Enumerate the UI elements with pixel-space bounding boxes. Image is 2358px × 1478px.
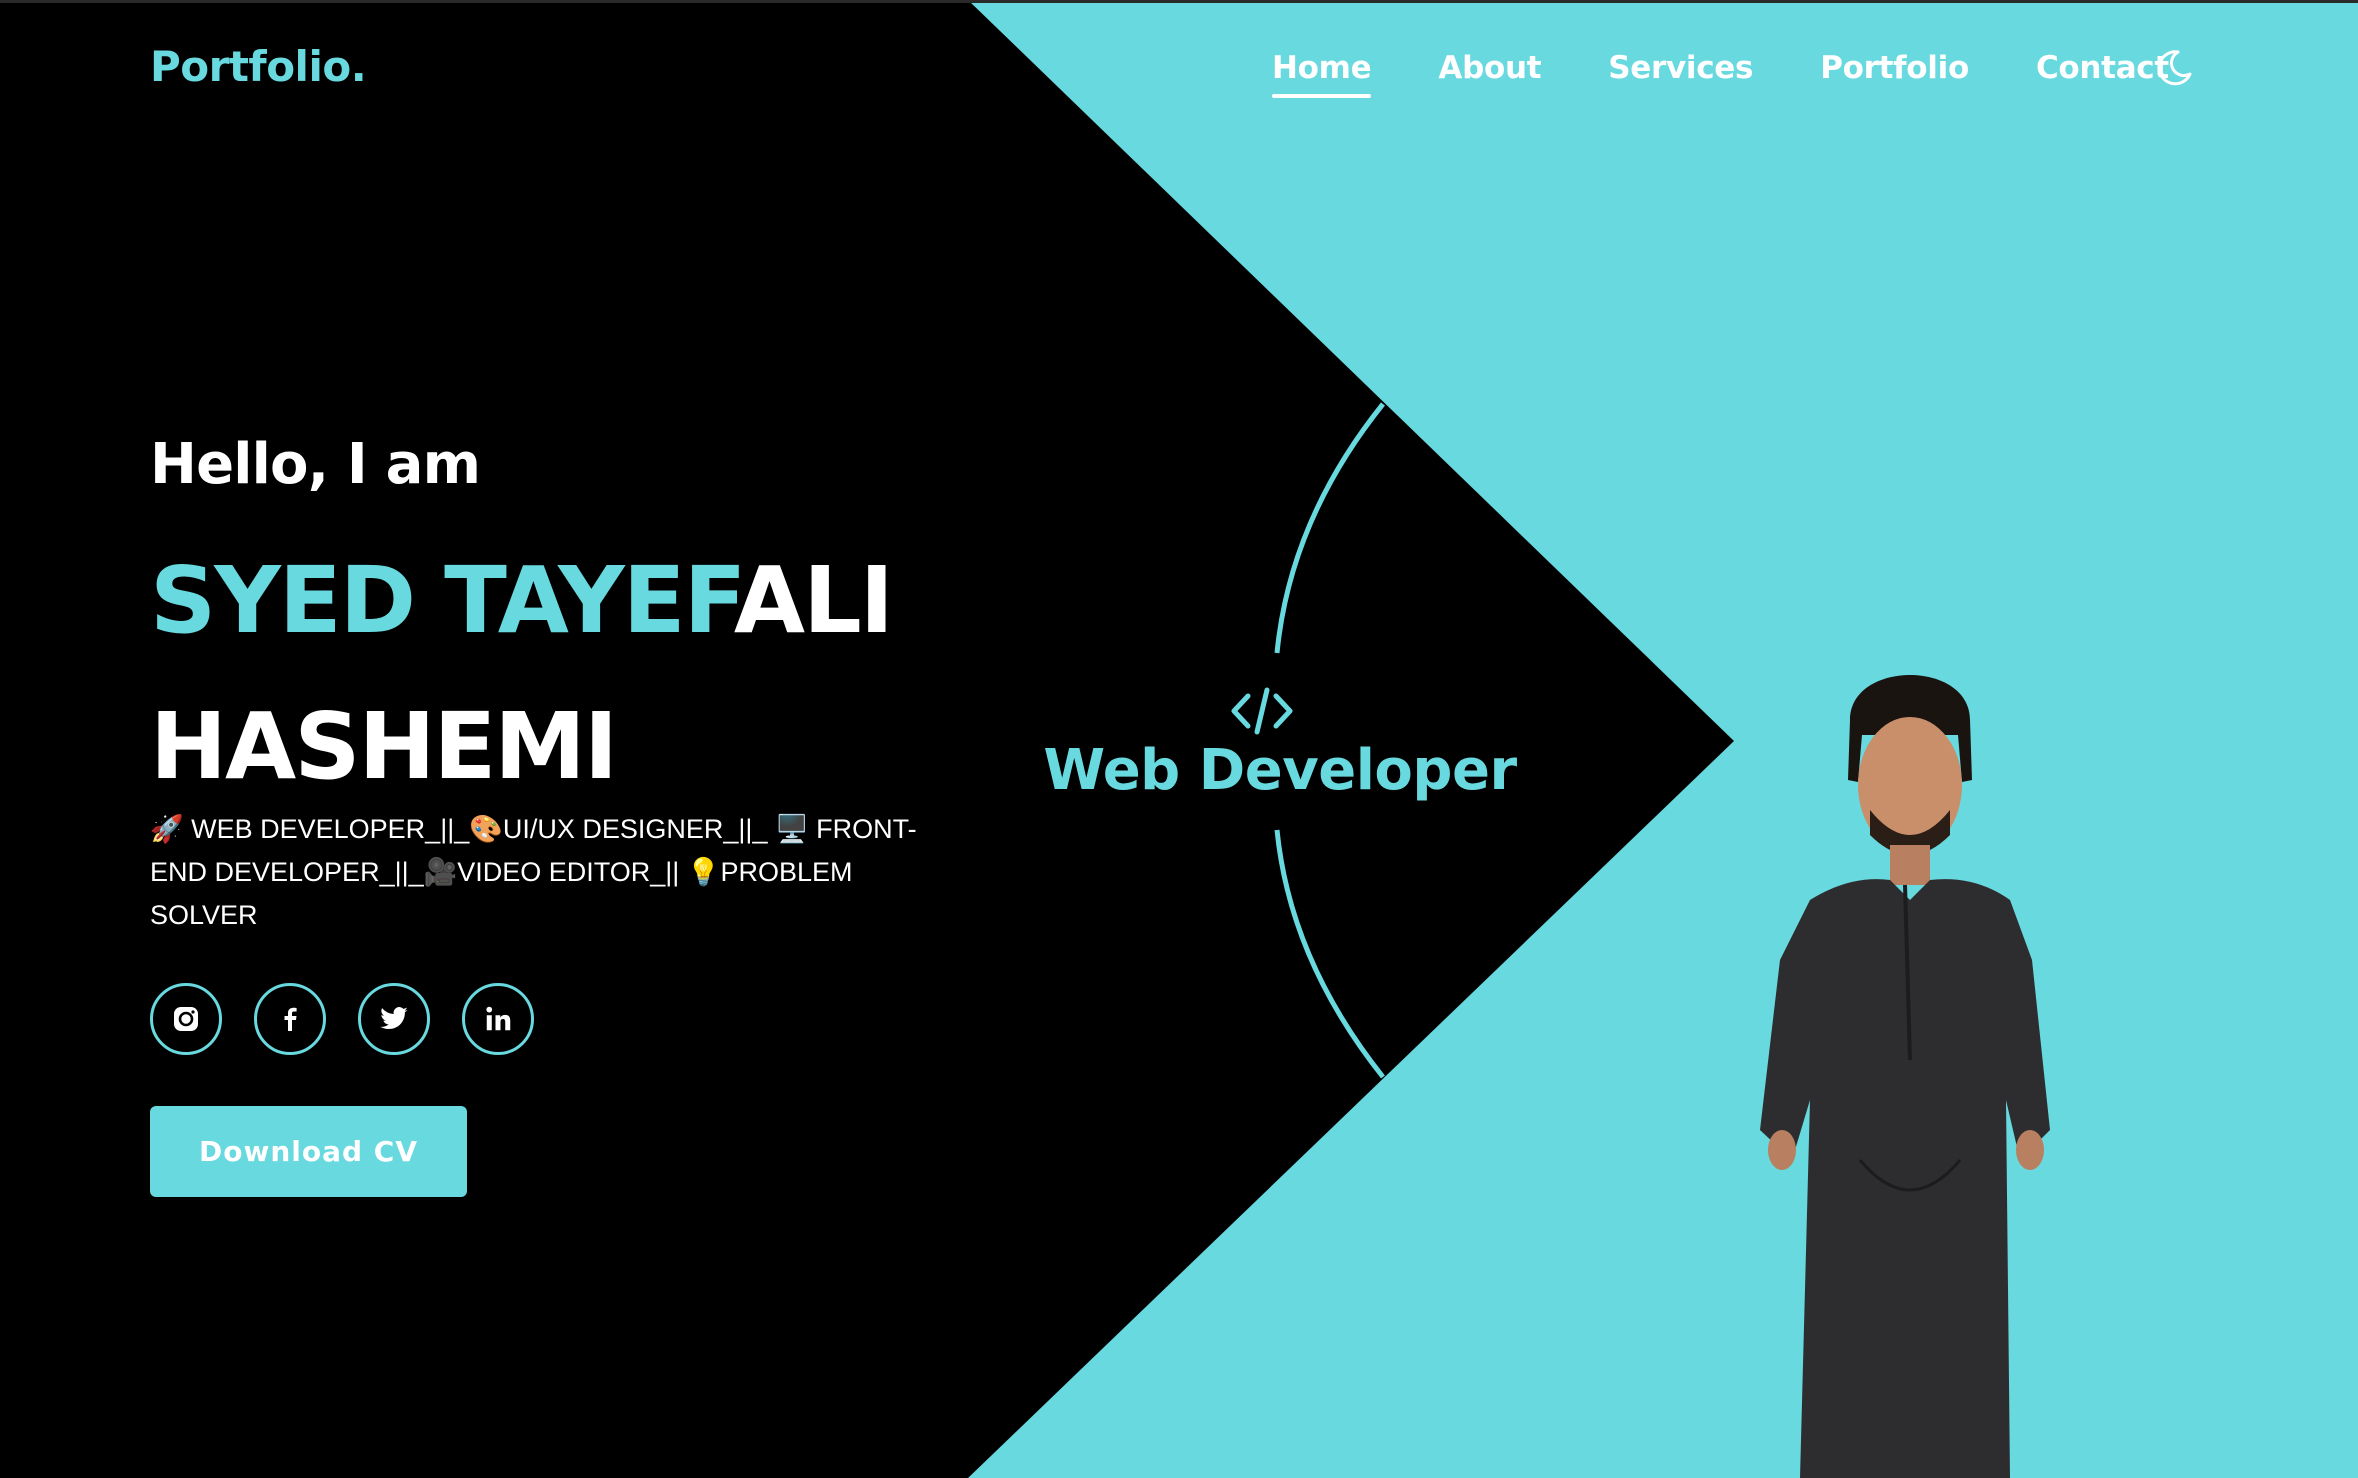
twitter-icon	[380, 1007, 408, 1030]
facebook-button[interactable]	[254, 983, 326, 1055]
hero-name-accent: SYED TAYEF	[150, 547, 736, 654]
nav-portfolio[interactable]: Portfolio	[1820, 50, 1969, 86]
hero-greeting: Hello, I am	[150, 432, 481, 497]
role-badge-title: Web Developer	[1043, 738, 1517, 803]
hero-name-line2: HASHEMI	[150, 693, 618, 800]
code-icon	[1231, 687, 1293, 735]
linkedin-icon	[486, 1006, 511, 1031]
theme-toggle-button[interactable]	[2154, 48, 2194, 88]
hero-name-rest: ALI	[733, 547, 894, 654]
moon-icon	[2157, 50, 2192, 86]
nav-services[interactable]: Services	[1608, 50, 1753, 86]
instagram-button[interactable]	[150, 983, 222, 1055]
brand-logo[interactable]: Portfolio.	[150, 42, 367, 91]
nav-home[interactable]: Home	[1272, 50, 1372, 98]
nav-about[interactable]: About	[1438, 50, 1541, 86]
nav-contact[interactable]: Contact	[2036, 50, 2169, 86]
hero-roles: 🚀 WEB DEVELOPER_||_🎨UI/UX DESIGNER_||_ 🖥…	[150, 814, 917, 930]
profile-photo	[1760, 675, 2050, 1478]
instagram-icon	[174, 1007, 198, 1031]
twitter-button[interactable]	[358, 983, 430, 1055]
linkedin-button[interactable]	[462, 983, 534, 1055]
main-nav: Home About Services Portfolio Contact	[1272, 50, 2236, 98]
social-links	[150, 983, 566, 1055]
download-cv-button[interactable]: Download CV	[150, 1106, 467, 1197]
window-top-border	[0, 0, 2358, 3]
facebook-icon	[284, 1007, 297, 1031]
hero-name: SYED TAYEFALI HASHEMI	[150, 528, 950, 820]
